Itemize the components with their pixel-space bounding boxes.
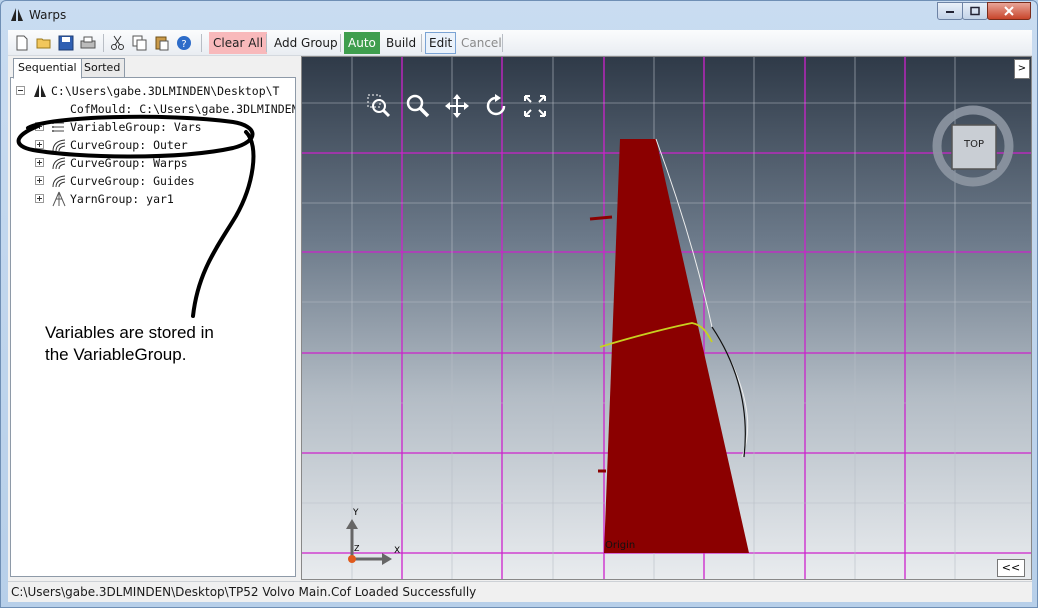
curve-group-icon (52, 139, 66, 152)
tree-item-label: CurveGroup: Guides (70, 174, 195, 188)
rotate-icon[interactable] (483, 93, 509, 119)
minimize-button[interactable] (937, 2, 963, 20)
3d-viewport[interactable]: TOP Y X Z Origin > << (301, 56, 1032, 580)
zoom-window-icon[interactable] (366, 93, 392, 119)
clear-all-button[interactable]: Clear All (209, 32, 268, 54)
sail-app-icon (11, 8, 23, 21)
curve-group-icon (52, 157, 66, 170)
expand-toggle[interactable] (35, 176, 44, 185)
fit-extents-icon[interactable] (522, 93, 548, 119)
variable-list-icon (52, 122, 64, 132)
left-pane: Sequential Sorted C:\Users\gabe.3DLMINDE… (8, 56, 298, 599)
yarn-group-icon (52, 191, 66, 207)
curve-group-icon (52, 175, 66, 188)
save-icon[interactable] (57, 34, 75, 52)
axis-indicator (346, 519, 392, 565)
tree-root-label: C:\Users\gabe.3DLMINDEN\Desktop\T (51, 84, 280, 98)
expand-toggle[interactable] (35, 194, 44, 203)
maximize-icon (970, 6, 980, 16)
client-area: ? Clear All Add Group Auto Build Edit Ca… (8, 30, 1032, 602)
status-bar: C:\Users\gabe.3DLMINDEN\Desktop\TP52 Vol… (8, 581, 1032, 602)
sail-file-icon (34, 84, 46, 97)
edit-button[interactable]: Edit (425, 32, 457, 54)
maximize-button[interactable] (962, 2, 988, 20)
open-folder-icon[interactable] (35, 34, 53, 52)
tree-item-label: YarnGroup: yar1 (70, 192, 174, 206)
annotation-note: Variables are stored in the VariableGrou… (45, 322, 285, 366)
axis-z-label: Z (354, 544, 360, 553)
svg-text:?: ? (181, 39, 186, 50)
origin-label: Origin (605, 540, 636, 551)
print-icon[interactable] (79, 34, 97, 52)
window-title: Warps (29, 8, 67, 22)
add-group-button[interactable]: Add Group (270, 32, 342, 54)
sail-surface (604, 139, 749, 553)
new-file-icon[interactable] (13, 34, 31, 52)
build-button[interactable]: Build (382, 32, 420, 54)
annotation-line: Variables are stored in (45, 323, 214, 342)
expand-toggle[interactable] (35, 122, 44, 131)
toolbar: ? Clear All Add Group Auto Build Edit Ca… (8, 30, 1032, 56)
minimize-icon (946, 11, 954, 13)
tree-item-label: CurveGroup: Outer (70, 138, 188, 152)
axis-y-label: Y (353, 508, 359, 518)
pan-icon[interactable] (444, 93, 470, 119)
sail-scene (302, 57, 1031, 579)
tree-item-label: VariableGroup: Vars (70, 120, 202, 134)
paste-icon[interactable] (153, 34, 171, 52)
title-bar[interactable]: Warps (1, 1, 1037, 29)
view-tools (366, 93, 548, 119)
cut-icon[interactable] (109, 34, 127, 52)
batten-mark (589, 215, 613, 221)
view-cube-label: TOP (963, 139, 984, 150)
app-window: Warps ? Clear All Add Group Auto Build E… (0, 0, 1038, 608)
zoom-icon[interactable] (405, 93, 431, 119)
copy-icon[interactable] (131, 34, 149, 52)
expand-panel-button[interactable]: > (1014, 59, 1030, 79)
collapse-toggle[interactable] (16, 86, 25, 95)
tab-sequential[interactable]: Sequential (13, 58, 82, 79)
annotation-line: the VariableGroup. (45, 345, 187, 364)
tab-sorted[interactable]: Sorted (79, 58, 126, 78)
close-button[interactable] (987, 2, 1031, 20)
expand-toggle[interactable] (35, 158, 44, 167)
tree-item-label: CurveGroup: Warps (70, 156, 188, 170)
cancel-button[interactable]: Cancel (457, 32, 506, 54)
close-icon (1004, 6, 1014, 16)
auto-button[interactable]: Auto (344, 32, 380, 54)
help-icon[interactable]: ? (175, 34, 193, 52)
expand-toggle[interactable] (35, 140, 44, 149)
status-text: C:\Users\gabe.3DLMINDEN\Desktop\TP52 Vol… (11, 585, 477, 599)
axis-x-label: X (394, 546, 401, 556)
collapse-panel-button[interactable]: << (997, 559, 1025, 577)
tree-item-label: CofMould: C:\Users\gabe.3DLMINDEN (70, 102, 296, 116)
